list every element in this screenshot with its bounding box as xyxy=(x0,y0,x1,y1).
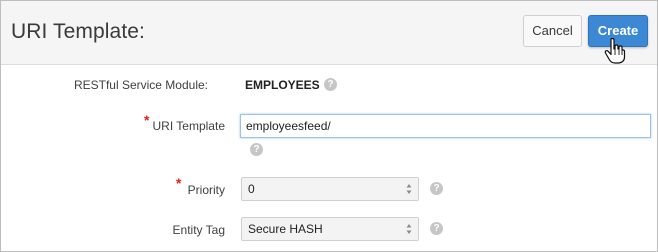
module-help-icon[interactable]: ? xyxy=(324,78,337,91)
dialog: URI Template: Cancel Create RESTful Serv… xyxy=(0,0,658,252)
entity-tag-label: Entity Tag xyxy=(172,223,225,237)
priority-help-icon[interactable]: ? xyxy=(430,182,443,195)
select-arrows-icon xyxy=(406,224,412,234)
hand-cursor-icon xyxy=(604,38,626,64)
entity-tag-help-icon[interactable]: ? xyxy=(430,222,443,235)
uri-template-help-icon[interactable]: ? xyxy=(250,143,263,156)
page-title: URI Template: xyxy=(11,20,145,43)
cancel-button[interactable]: Cancel xyxy=(523,15,582,47)
module-value: EMPLOYEES xyxy=(245,78,320,92)
uri-template-input[interactable]: employeesfeed/ xyxy=(240,114,651,138)
entity-tag-value: Secure HASH xyxy=(248,222,323,236)
uri-template-label: URI Template xyxy=(152,119,225,133)
entity-tag-select[interactable]: Secure HASH xyxy=(241,217,419,241)
priority-select[interactable]: 0 xyxy=(241,177,419,201)
module-label: RESTful Service Module: xyxy=(73,78,208,92)
select-arrows-icon xyxy=(406,184,412,194)
priority-value: 0 xyxy=(248,182,255,196)
priority-label: Priority xyxy=(187,183,225,197)
dialog-header: URI Template: Cancel Create xyxy=(1,1,657,65)
